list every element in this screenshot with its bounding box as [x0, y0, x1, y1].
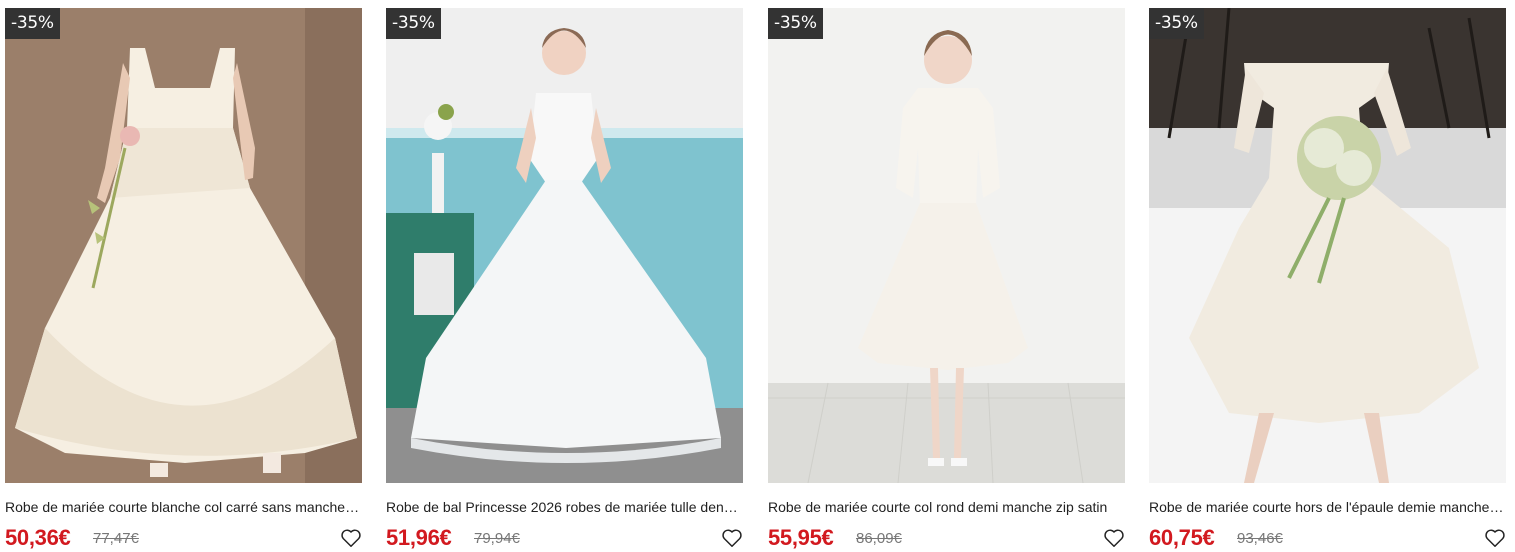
product-image[interactable]: -35% [386, 8, 743, 483]
product-grid: -35% Robe de mariée courte blanche col c… [0, 0, 1515, 552]
product-image[interactable]: -35% [768, 8, 1125, 483]
heart-icon[interactable] [1103, 527, 1125, 549]
current-price: 55,95€ [768, 525, 834, 550]
product-image[interactable]: -35% [1149, 8, 1506, 483]
price-row: 51,96€ 79,94€ [386, 524, 743, 552]
product-card[interactable]: -35% Robe de mariée courte col rond demi… [768, 8, 1125, 552]
original-price: 93,46€ [1237, 530, 1283, 547]
current-price: 60,75€ [1149, 525, 1215, 550]
discount-badge: -35% [386, 8, 441, 39]
discount-badge: -35% [1149, 8, 1204, 39]
original-price: 79,94€ [474, 530, 520, 547]
product-image[interactable]: -35% [5, 8, 362, 483]
price-row: 50,36€ 77,47€ [5, 524, 362, 552]
current-price: 50,36€ [5, 525, 71, 550]
product-title[interactable]: Robe de bal Princesse 2026 robes de mari… [386, 498, 741, 516]
product-title[interactable]: Robe de mariée courte blanche col carré … [5, 498, 360, 516]
price-row: 55,95€ 86,09€ [768, 524, 1125, 552]
discount-badge: -35% [5, 8, 60, 39]
product-title[interactable]: Robe de mariée courte col rond demi manc… [768, 498, 1123, 516]
product-title[interactable]: Robe de mariée courte hors de l'épaule d… [1149, 498, 1504, 516]
product-card[interactable]: -35% Robe de bal Princesse 2026 robes de… [386, 8, 743, 552]
price-row: 60,75€ 93,46€ [1149, 524, 1506, 552]
original-price: 86,09€ [856, 530, 902, 547]
discount-badge: -35% [768, 8, 823, 39]
heart-icon[interactable] [340, 527, 362, 549]
product-card[interactable]: -35% Robe de mariée courte hors de l'épa… [1149, 8, 1506, 552]
product-card[interactable]: -35% Robe de mariée courte blanche col c… [5, 8, 362, 552]
heart-icon[interactable] [721, 527, 743, 549]
heart-icon[interactable] [1484, 527, 1506, 549]
original-price: 77,47€ [93, 530, 139, 547]
current-price: 51,96€ [386, 525, 452, 550]
